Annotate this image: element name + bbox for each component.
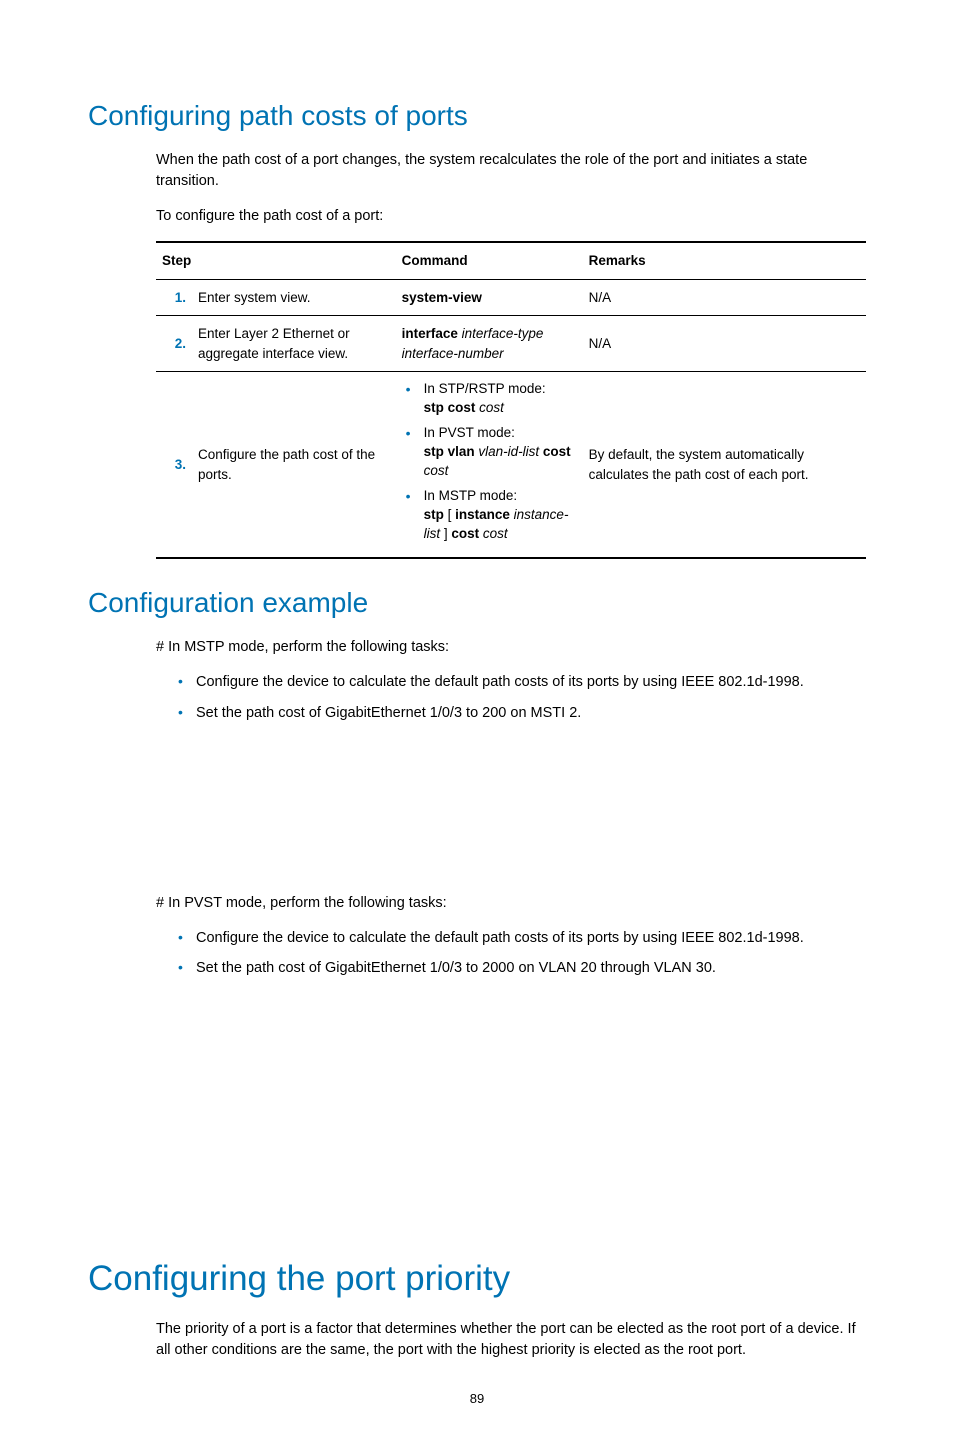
- heading-configuring-path-costs: Configuring path costs of ports: [88, 100, 866, 132]
- para-priority: The priority of a port is a factor that …: [156, 1319, 866, 1361]
- table-row: 2. Enter Layer 2 Ethernet or aggregate i…: [156, 316, 866, 372]
- cmd-text: instance: [455, 507, 510, 522]
- section3-body: The priority of a port is a factor that …: [156, 1319, 866, 1361]
- list-item: Set the path cost of GigabitEthernet 1/0…: [174, 703, 866, 723]
- table-row: 1. Enter system view. system-view N/A: [156, 279, 866, 316]
- step-number: 3.: [156, 372, 192, 559]
- para-mstp-tasks: # In MSTP mode, perform the following ta…: [156, 637, 866, 658]
- cmd-arg: cost: [479, 526, 508, 541]
- para-to-configure: To configure the path cost of a port:: [156, 206, 866, 227]
- mode-label: In MSTP mode:: [424, 488, 518, 503]
- cmd-arg: cost: [475, 400, 504, 415]
- list-item: In STP/RSTP mode: stp cost cost: [402, 380, 577, 418]
- cmd-arg: vlan-id-list: [475, 444, 543, 459]
- para-pvst-tasks: # In PVST mode, perform the following ta…: [156, 893, 866, 914]
- cmd-text: interface: [402, 326, 458, 341]
- step-desc: Enter system view.: [192, 279, 396, 316]
- cmd-arg: cost: [424, 463, 449, 478]
- step-command: system-view: [396, 279, 583, 316]
- command-modes-list: In STP/RSTP mode: stp cost cost In PVST …: [402, 380, 577, 543]
- page-number: 89: [88, 1391, 866, 1406]
- cmd-text: cost: [451, 526, 479, 541]
- spacer: [156, 989, 866, 1199]
- cmd-text: stp vlan: [424, 444, 475, 459]
- th-step: Step: [156, 242, 396, 279]
- section1-body: When the path cost of a port changes, th…: [156, 150, 866, 559]
- cmd-text: [: [444, 507, 455, 522]
- mode-label: In STP/RSTP mode:: [424, 381, 546, 396]
- step-desc: Enter Layer 2 Ethernet or aggregate inte…: [192, 316, 396, 372]
- cmd-text: system-view: [402, 290, 482, 305]
- step-number: 2.: [156, 316, 192, 372]
- pvst-task-list: Configure the device to calculate the de…: [174, 928, 866, 979]
- mstp-task-list: Configure the device to calculate the de…: [174, 672, 866, 723]
- list-item: Configure the device to calculate the de…: [174, 928, 866, 948]
- step-command: interface interface-type interface-numbe…: [396, 316, 583, 372]
- list-item: In PVST mode: stp vlan vlan-id-list cost…: [402, 424, 577, 481]
- steps-table: Step Command Remarks 1. Enter system vie…: [156, 241, 866, 559]
- cmd-text: cost: [543, 444, 571, 459]
- step-remarks: N/A: [583, 316, 866, 372]
- section2-body: # In MSTP mode, perform the following ta…: [156, 637, 866, 1198]
- list-item: Configure the device to calculate the de…: [174, 672, 866, 692]
- page-content: Configuring path costs of ports When the…: [0, 0, 954, 1446]
- table-row: 3. Configure the path cost of the ports.…: [156, 372, 866, 559]
- para-recalc: When the path cost of a port changes, th…: [156, 150, 866, 192]
- mode-label: In PVST mode:: [424, 425, 515, 440]
- step-number: 1.: [156, 279, 192, 316]
- heading-configuring-port-priority: Configuring the port priority: [88, 1259, 866, 1299]
- th-command: Command: [396, 242, 583, 279]
- cmd-text: stp: [424, 507, 444, 522]
- step-remarks: By default, the system automatically cal…: [583, 372, 866, 559]
- step-command: In STP/RSTP mode: stp cost cost In PVST …: [396, 372, 583, 559]
- list-item: Set the path cost of GigabitEthernet 1/0…: [174, 958, 866, 978]
- spacer: [156, 733, 866, 893]
- step-remarks: N/A: [583, 279, 866, 316]
- cmd-text: ]: [440, 526, 451, 541]
- th-remarks: Remarks: [583, 242, 866, 279]
- cmd-text: stp cost: [424, 400, 476, 415]
- list-item: In MSTP mode: stp [ instance instance-li…: [402, 487, 577, 544]
- heading-configuration-example: Configuration example: [88, 587, 866, 619]
- step-desc: Configure the path cost of the ports.: [192, 372, 396, 559]
